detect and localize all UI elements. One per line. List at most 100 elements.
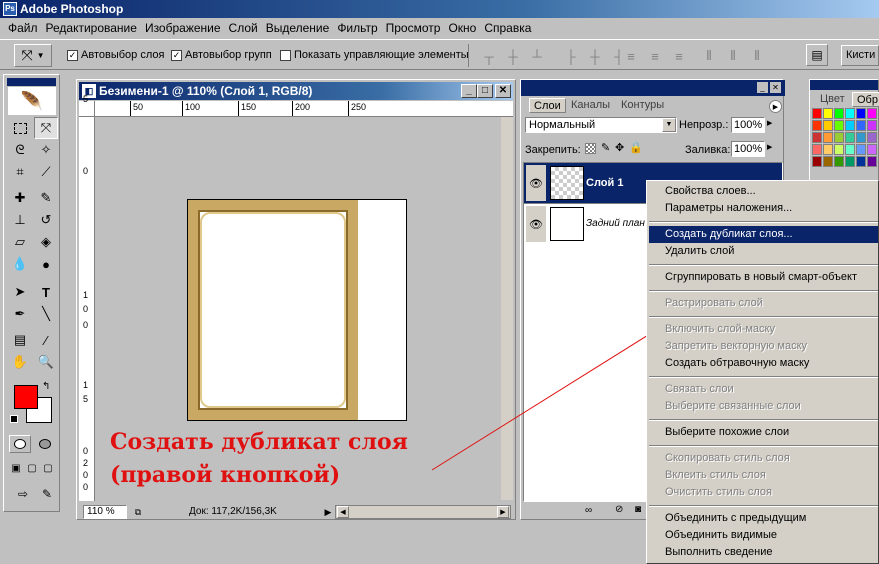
menu-filter[interactable]: Фильтр [333,18,381,38]
lock-pixels-icon[interactable]: ✎ [601,141,610,154]
lock-transparency-icon[interactable] [585,143,596,154]
color-swatch[interactable] [845,132,855,143]
show-controls-checkbox[interactable] [280,50,291,61]
color-swatch[interactable] [834,156,844,167]
context-menu-item[interactable]: Сгруппировать в новый смарт-объект [649,269,878,286]
full-screen-icon[interactable]: ▢ [40,461,56,475]
context-menu-item[interactable]: Параметры наложения... [649,200,878,217]
color-swatch[interactable] [856,132,866,143]
scroll-left-icon[interactable]: ◀ [337,506,349,518]
paint-bucket-tool-icon[interactable]: ◈ [34,231,58,253]
clone-stamp-tool-icon[interactable]: ⊥ [8,209,32,231]
blur-tool-icon[interactable]: 💧 [8,253,32,275]
context-menu-item[interactable]: Объединить с предыдущим [649,510,878,527]
status-menu-arrow-icon[interactable]: ▶ [322,505,334,519]
color-swatch[interactable] [834,120,844,131]
fill-arrow-icon[interactable]: ▶ [767,143,772,151]
blend-mode-select[interactable]: Нормальный ▼ [525,117,677,133]
lasso-tool-icon[interactable]: ᘓ [8,139,32,161]
color-swatch[interactable] [834,144,844,155]
color-swatch[interactable] [867,144,877,155]
color-swatch[interactable] [845,108,855,119]
minimize-button[interactable]: _ [461,84,477,98]
menu-file[interactable]: Файл [4,18,42,38]
menu-edit[interactable]: Редактирование [42,18,141,38]
color-swatch[interactable] [867,108,877,119]
type-tool-icon[interactable]: T [34,281,58,303]
menu-layer[interactable]: Слой [225,18,262,38]
panel-minimize-icon[interactable]: _ [757,82,768,93]
color-swatch[interactable] [823,132,833,143]
horizontal-scrollbar[interactable]: ◀ ▶ [335,505,511,519]
distribute-bottom-icon[interactable]: ≡ [670,48,688,64]
maximize-button[interactable]: □ [477,84,493,98]
color-swatch[interactable] [845,144,855,155]
foreground-color-swatch[interactable] [14,385,38,409]
lock-all-icon[interactable]: 🔒 [629,141,643,154]
color-swatch[interactable] [856,120,866,131]
horizontal-ruler[interactable]: 50 100 150 200 250 [95,101,513,117]
palette-well-icon[interactable]: ▤ [806,44,828,66]
color-swatch[interactable] [823,120,833,131]
color-swatch[interactable] [834,108,844,119]
color-swatch[interactable] [823,156,833,167]
tool-preset-picker[interactable]: ⤧ ▼ [14,44,52,67]
menu-window[interactable]: Окно [444,18,480,38]
eyedropper-tool-icon[interactable]: ⁄ [34,329,58,351]
color-swatch[interactable] [845,120,855,131]
align-vcenter-icon[interactable]: ┼ [504,48,522,64]
marquee-tool-icon[interactable] [8,117,32,139]
align-hcenter-icon[interactable]: ┼ [586,48,604,64]
path-selection-tool-icon[interactable]: ➤ [8,281,32,303]
default-colors-icon[interactable] [10,415,18,423]
align-bottom-icon[interactable]: ┴ [528,48,546,64]
context-menu-item[interactable]: Объединить видимые [649,527,878,544]
pen-tool-icon[interactable]: ✒ [8,303,32,325]
color-swatch[interactable] [867,120,877,131]
menu-help[interactable]: Справка [480,18,535,38]
add-style-icon[interactable]: ⊘ [615,504,623,515]
scroll-right-icon[interactable]: ▶ [497,506,509,518]
slice-tool-icon[interactable]: ⟋ [34,161,58,183]
context-menu-item[interactable]: Выполнить сведение [649,544,878,561]
distribute-vcenter-icon[interactable]: ≡ [646,48,664,64]
distribute-left-icon[interactable]: ⫴ [700,48,718,64]
auto-select-group-checkbox[interactable]: ✓ [171,50,182,61]
move-tool-icon[interactable]: ⤧ [34,117,58,139]
color-swatch[interactable] [812,108,822,119]
layer-name[interactable]: Слой 1 [586,177,623,189]
jump-to-imageready-icon[interactable]: ⇨ [8,485,38,503]
color-swatch[interactable] [812,120,822,131]
menu-view[interactable]: Просмотр [382,18,445,38]
fill-field[interactable]: 100% [731,141,765,157]
color-swatch[interactable] [845,156,855,167]
color-swatch[interactable] [812,132,822,143]
add-mask-icon[interactable]: ◙ [635,504,641,515]
notes-tool-icon[interactable]: ▤ [8,329,32,351]
zoom-field[interactable]: 110 % [83,505,127,519]
context-menu-item[interactable]: Создать обтравочную маску [649,355,878,372]
dodge-tool-icon[interactable]: ● [34,253,58,275]
opacity-field[interactable]: 100% [731,117,765,133]
close-button[interactable]: ✕ [495,84,511,98]
align-top-icon[interactable]: ┬ [480,48,498,64]
color-swatch[interactable] [856,144,866,155]
standard-mode-icon[interactable] [9,435,31,453]
auto-select-layer-checkbox[interactable]: ✓ [67,50,78,61]
distribute-top-icon[interactable]: ≡ [622,48,640,64]
quick-mask-mode-icon[interactable] [34,435,56,453]
panel-menu-icon[interactable]: ▶ [769,100,782,113]
color-swatch[interactable] [856,108,866,119]
crop-tool-icon[interactable]: ⌗ [8,161,32,183]
color-swatch[interactable] [834,132,844,143]
history-brush-tool-icon[interactable]: ↺ [34,209,58,231]
layer-name[interactable]: Задний план [586,218,645,229]
vertical-ruler[interactable]: 5 0 1 0 0 1 5 0 2 0 0 [79,94,95,501]
panel-close-icon[interactable]: ✕ [770,82,781,93]
context-menu-item[interactable]: Создать дубликат слоя... [649,226,878,243]
distribute-hcenter-icon[interactable]: ⫴ [724,48,742,64]
context-menu-item[interactable]: Выберите похожие слои [649,424,878,441]
brush-tool-icon[interactable]: ✎ [34,187,58,209]
color-swatch[interactable] [812,156,822,167]
zoom-tool-icon[interactable]: 🔍 [34,351,58,373]
